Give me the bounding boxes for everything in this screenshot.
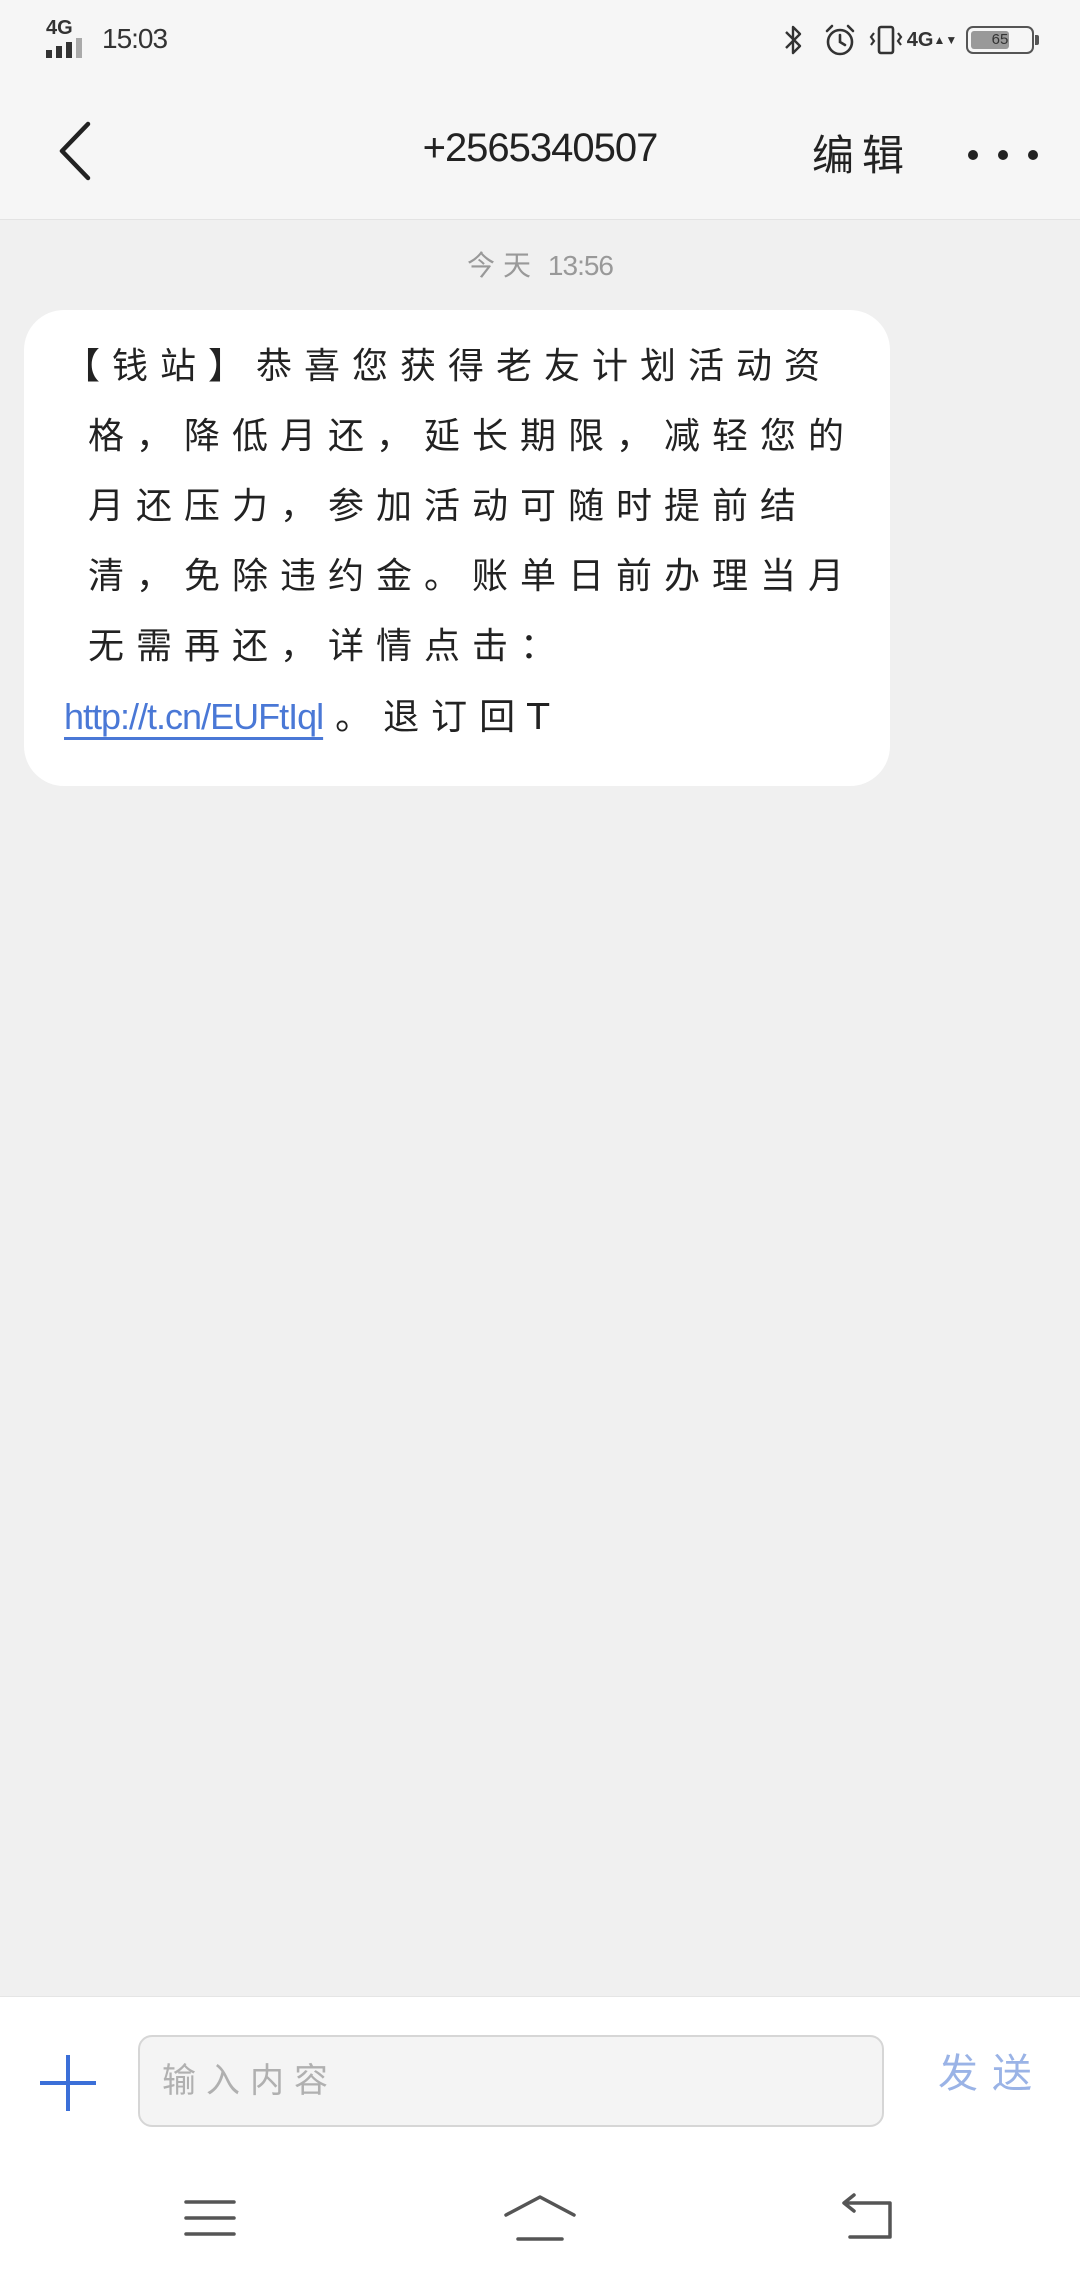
mobile-data-icon: 4G ▲▼ <box>907 20 957 60</box>
chevron-left-icon <box>59 121 91 181</box>
more-options-button[interactable] <box>968 130 1038 180</box>
message-input[interactable] <box>138 2035 884 2127</box>
battery-icon: 65 <box>966 26 1039 54</box>
message-link[interactable]: http://t.cn/EUFtIql <box>64 696 324 737</box>
vibrate-icon <box>868 20 904 60</box>
composer-bar: 发送 <box>0 1996 1080 2152</box>
add-attachment-button[interactable] <box>40 2055 96 2111</box>
message-line: 清，免除违约金。账单日前办理当月 <box>88 556 857 597</box>
message-line: 月还压力，参加活动可随时提前结 <box>88 486 809 527</box>
message-line: 无需再还，详情点击： <box>88 626 569 667</box>
bluetooth-icon <box>776 20 812 60</box>
back-button[interactable] <box>46 116 106 186</box>
signal-bars <box>46 38 82 58</box>
unsubscribe-text: 。退订回T <box>335 697 562 738</box>
message-link-line: http://t.cn/EUFtIql 。退订回T <box>64 682 850 752</box>
back-arrow-icon <box>842 2193 892 2239</box>
more-dots-icon <box>968 150 978 160</box>
system-navigation-bar <box>0 2152 1080 2280</box>
menu-icon <box>184 2200 236 2236</box>
battery-level: 65 <box>991 31 1009 48</box>
timestamp-day: 今天 <box>467 249 540 282</box>
data-arrows: ▲▼ <box>933 33 958 47</box>
network-type-right: 4G <box>906 29 934 51</box>
home-button[interactable] <box>490 2188 590 2248</box>
send-button[interactable]: 发送 <box>938 2041 1046 2099</box>
message-line: 格，降低月还，延长期限，减轻您的 <box>88 416 857 457</box>
alarm-icon <box>822 20 858 60</box>
timestamp-time: 13:56 <box>547 250 614 281</box>
incoming-message-bubble[interactable]: 【钱站】恭喜您获得老友计划活动资 格，降低月还，延长期限，减轻您的 月还压力，参… <box>24 310 890 786</box>
return-button[interactable] <box>820 2188 920 2248</box>
status-bar: 4G 15:03 4G ▲▼ 65 <box>0 0 1080 80</box>
status-right: 4G ▲▼ 65 <box>776 20 1039 60</box>
signal-strength-icon: 4G <box>44 18 92 60</box>
status-left: 4G 15:03 <box>44 18 168 60</box>
conversation-header: +2565340507 编辑 <box>0 80 1080 220</box>
clock: 15:03 <box>102 23 168 54</box>
edit-button[interactable]: 编辑 <box>812 122 912 183</box>
network-type-left: 4G <box>46 17 73 39</box>
home-icon <box>504 2195 576 2241</box>
message-timestamp: 今天 13:56 <box>0 244 1080 284</box>
menu-button[interactable] <box>160 2188 260 2248</box>
contact-number: +2565340507 <box>422 126 659 170</box>
message-line: 【钱站】恭喜您获得老友计划活动资 <box>64 346 833 387</box>
